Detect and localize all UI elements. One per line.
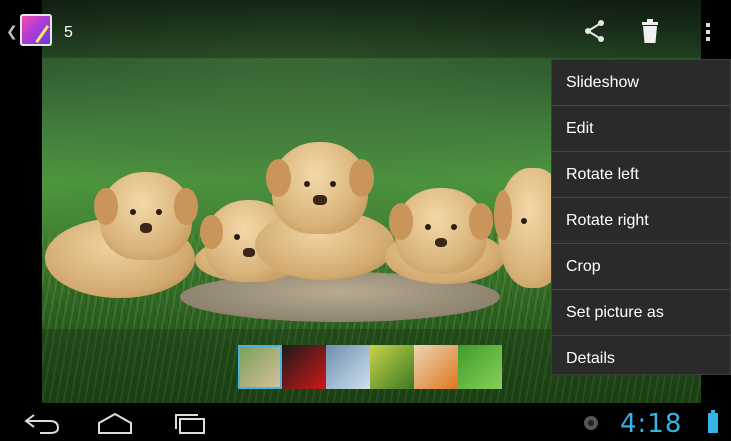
overflow-menu: Slideshow Edit Rotate left Rotate right Crop… [551, 59, 731, 375]
thumbnail-bridge[interactable] [326, 345, 370, 389]
thumbnail-strip [238, 345, 502, 389]
recent-apps-icon[interactable] [170, 411, 210, 435]
notification-icon[interactable] [584, 416, 598, 430]
left-letterbox [0, 0, 42, 403]
menu-item-slideshow[interactable]: Slideshow [552, 60, 730, 106]
overflow-menu-icon[interactable] [703, 20, 713, 46]
menu-item-edit[interactable]: Edit [552, 106, 730, 152]
status-clock: 4:18 [620, 409, 683, 439]
menu-item-rotate-left[interactable]: Rotate left [552, 152, 730, 198]
action-bar: ❮ 5 [0, 0, 731, 58]
puppy [266, 142, 374, 234]
thumbnail-puppies[interactable] [238, 345, 282, 389]
puppy [389, 188, 493, 274]
share-icon[interactable] [582, 18, 608, 44]
menu-item-details[interactable]: Details [552, 336, 730, 381]
menu-item-rotate-right[interactable]: Rotate right [552, 198, 730, 244]
home-icon[interactable] [95, 411, 135, 435]
thumbnail-red-car[interactable] [282, 345, 326, 389]
thumbnail-water-drops[interactable] [458, 345, 502, 389]
battery-icon [708, 410, 718, 433]
menu-item-crop[interactable]: Crop [552, 244, 730, 290]
gallery-app-icon[interactable] [20, 14, 52, 46]
thumbnail-flower[interactable] [370, 345, 414, 389]
menu-item-set-picture-as[interactable]: Set picture as [552, 290, 730, 336]
trash-icon[interactable] [637, 18, 663, 44]
back-icon[interactable] [22, 411, 62, 435]
puppy [94, 172, 198, 260]
photo-count: 5 [64, 24, 73, 41]
system-nav-bar: 4:18 [0, 403, 731, 441]
thumbnail-soccer-player[interactable] [414, 345, 458, 389]
up-caret-icon[interactable]: ❮ [6, 24, 18, 38]
